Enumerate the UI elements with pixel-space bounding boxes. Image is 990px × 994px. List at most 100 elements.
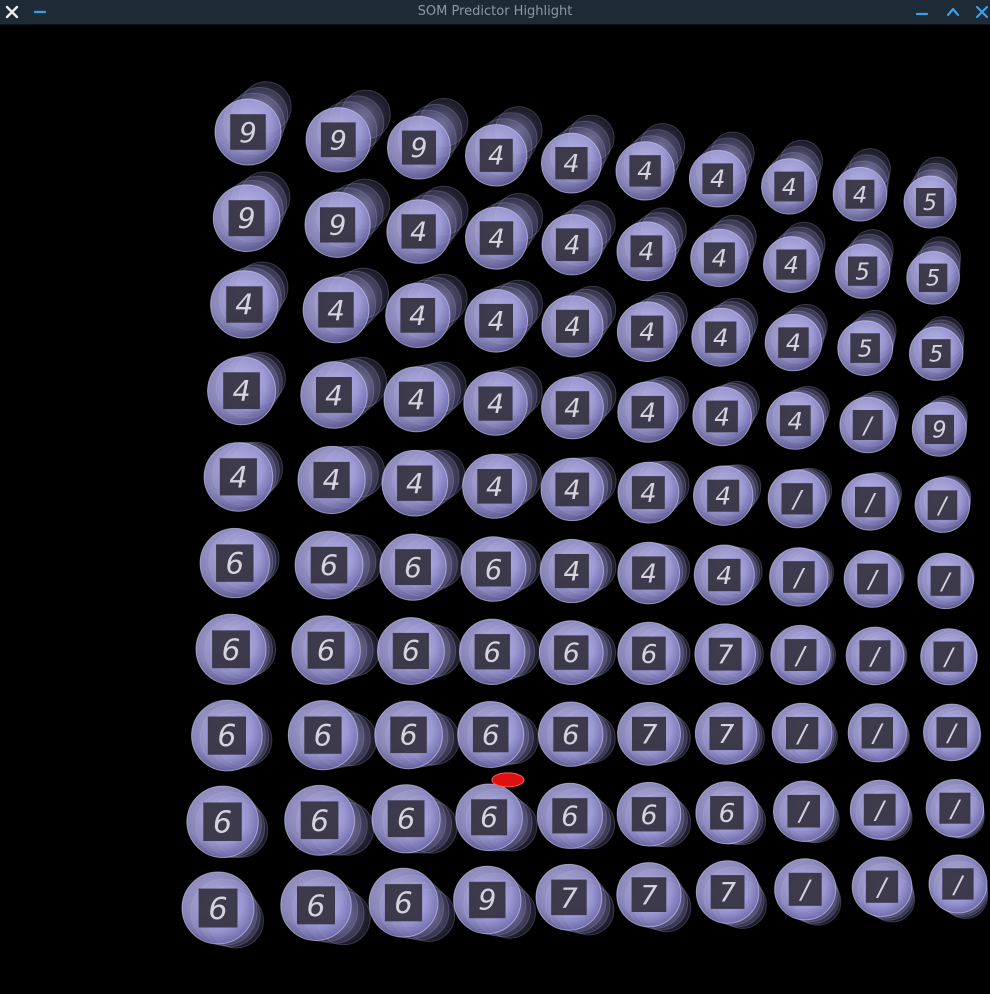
som-node[interactable]: / [920,628,978,686]
som-node[interactable]: 6 [536,782,604,849]
som-node[interactable]: / [839,396,897,454]
som-node[interactable]: 9 [212,184,281,252]
som-node[interactable]: 6 [280,869,352,941]
som-node[interactable]: / [773,780,835,842]
som-node[interactable]: / [845,626,905,686]
som-node[interactable]: / [914,477,971,533]
som-node[interactable]: 6 [538,701,604,767]
som-node[interactable]: 4 [539,538,605,604]
som-node[interactable]: 4 [541,295,604,358]
som-node[interactable]: 4 [300,361,368,429]
som-node[interactable]: 7 [535,863,603,931]
som-node[interactable]: 6 [377,617,445,685]
som-3d-viewport[interactable]: 9 9 9 4 4 4 4 4 4 5 9 9 4 4 4 4 4 4 5 5 4 4 4 4 4 4 4 4 5 5 4 4 4 4 4 4 4 4 / 9… [0,25,990,994]
som-node[interactable]: 7 [694,702,758,765]
som-node[interactable]: 4 [385,282,451,348]
som-node[interactable]: 6 [617,621,681,686]
som-node[interactable]: 9 [387,115,451,180]
som-node[interactable]: 4 [464,289,529,353]
som-node[interactable]: 4 [832,166,888,222]
som-node[interactable]: 4 [386,199,452,264]
som-node[interactable]: 9 [453,865,522,935]
som-node[interactable]: 4 [541,214,603,276]
som-node[interactable]: 6 [616,781,682,847]
som-node[interactable]: 4 [688,149,747,208]
som-node[interactable]: 4 [540,457,604,522]
som-node[interactable]: 4 [615,141,675,201]
som-node[interactable]: 4 [690,228,749,288]
som-node[interactable]: 6 [374,700,443,770]
som-node[interactable]: 4 [465,206,528,270]
som-node[interactable]: 4 [691,307,751,367]
som-node[interactable]: 4 [616,301,678,363]
title-bar[interactable]: SOM Predictor Highlight [0,0,990,25]
som-node[interactable]: 5 [835,243,891,299]
som-node[interactable]: / [923,703,981,762]
som-node[interactable]: 4 [381,449,449,517]
som-node[interactable]: 6 [181,871,255,945]
som-node[interactable]: 4 [766,391,825,450]
som-node[interactable]: 4 [693,544,755,606]
som-node[interactable]: 4 [617,461,680,524]
som-node[interactable]: 4 [617,381,679,443]
maximize-button[interactable] [943,2,963,22]
som-node[interactable]: 4 [541,132,602,194]
som-node[interactable]: 4 [763,236,820,293]
som-node[interactable]: 5 [903,175,957,229]
som-node[interactable]: / [849,779,910,840]
som-node[interactable]: / [925,779,985,838]
som-node[interactable]: 6 [368,867,439,938]
som-node[interactable]: / [769,547,829,607]
som-node[interactable]: 4 [761,158,818,215]
som-node[interactable]: / [774,858,837,921]
som-node[interactable]: 4 [616,221,677,282]
som-node[interactable]: / [767,469,827,529]
close-button[interactable] [972,2,990,22]
som-node[interactable]: 6 [460,536,527,602]
som-node[interactable]: 9 [911,401,967,457]
som-grid-svg[interactable]: 9 9 9 4 4 4 4 4 4 5 9 9 4 4 4 4 4 4 5 5 4 4 4 4 4 4 4 4 5 5 4 4 4 4 4 4 4 4 / 9… [0,25,990,994]
som-node[interactable]: 9 [214,98,282,166]
som-node[interactable]: 4 [463,371,528,436]
som-node[interactable]: 4 [764,313,823,372]
som-node[interactable]: 6 [186,785,259,858]
som-node[interactable]: 4 [203,442,274,512]
som-node[interactable]: 4 [210,270,279,339]
som-node[interactable]: 4 [617,541,681,605]
som-node[interactable]: 9 [305,107,371,173]
som-node[interactable]: / [843,550,902,608]
som-node[interactable]: 6 [294,530,364,600]
som-node[interactable]: / [771,702,833,764]
som-node[interactable]: 6 [191,699,263,772]
som-node[interactable]: 7 [695,860,760,924]
som-node[interactable]: 4 [207,356,277,426]
som-node[interactable]: 6 [284,784,356,856]
som-node[interactable]: 4 [465,124,528,187]
som-node[interactable]: 4 [693,465,754,526]
som-node[interactable]: 9 [304,191,371,258]
som-node[interactable]: 6 [371,784,441,854]
som-node[interactable]: 4 [302,276,370,344]
som-node[interactable]: 6 [379,533,447,601]
minimize-button[interactable] [912,2,932,22]
som-node[interactable]: / [841,473,899,531]
som-node[interactable]: / [928,854,988,914]
som-node[interactable]: / [917,552,974,610]
som-node[interactable]: / [847,703,907,763]
som-node[interactable]: 6 [287,700,358,771]
som-node[interactable]: 6 [455,783,523,852]
som-node[interactable]: 7 [694,623,757,686]
som-node[interactable]: / [770,624,831,686]
som-node[interactable]: 6 [695,781,759,845]
som-node[interactable]: 7 [617,701,681,766]
som-node[interactable]: 6 [457,701,525,768]
som-node[interactable]: 4 [297,445,366,515]
som-node[interactable]: 6 [538,620,604,685]
som-node[interactable]: 5 [906,250,960,305]
som-node[interactable]: 6 [199,527,271,599]
som-node[interactable]: 6 [459,618,526,685]
som-node[interactable]: 4 [462,453,528,519]
som-node[interactable]: 6 [195,613,267,685]
som-node[interactable]: 7 [616,862,682,928]
som-node[interactable]: 4 [541,376,604,440]
